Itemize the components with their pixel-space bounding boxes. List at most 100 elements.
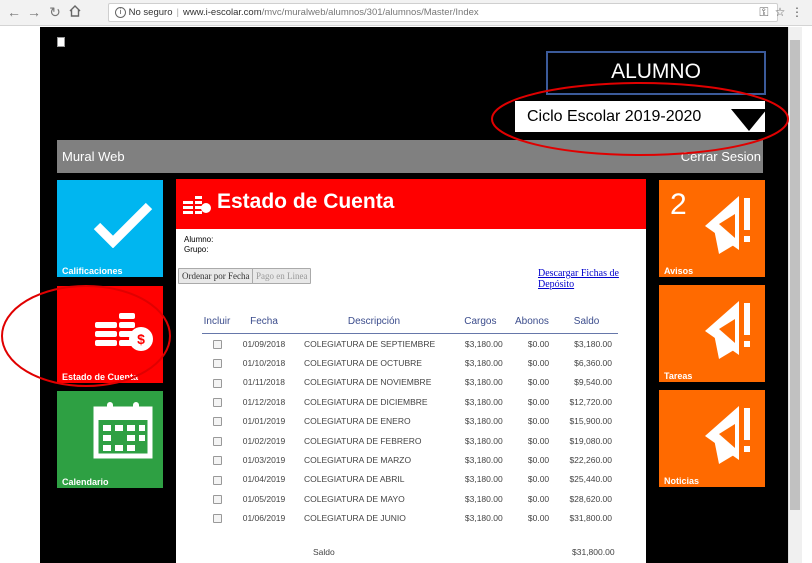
avisos-count: 2 [670,188,687,221]
money-stack-icon [183,196,211,214]
cell-incluir [202,470,232,489]
cell-fecha: 01/12/2018 [242,396,286,407]
grupo-label: Grupo: [184,245,209,254]
tile-noticias[interactable]: Noticias [659,390,765,487]
cell-abonos: $0.00 [527,396,550,407]
include-checkbox[interactable] [212,417,222,427]
cell-cargos: $3,180.00 [464,513,503,524]
back-icon[interactable]: ← [6,4,22,20]
include-checkbox[interactable] [212,456,222,466]
tile-estado-de-cuenta[interactable]: $ Estado de Cuenta [57,286,163,383]
cell-cargos: $3,180.00 [464,377,503,388]
include-checkbox[interactable] [212,378,222,388]
cell-fecha: 01/09/2018 [242,338,286,349]
cell-incluir [202,509,232,528]
cell-descripcion: COLEGIATURA DE OCTUBRE [304,358,422,369]
menu-icon[interactable]: ⋮ [790,4,804,20]
table-row: 01/01/2019 COLEGIATURA DE ENERO $3,180.00 $… [202,412,618,431]
table-row: 01/02/2019 COLEGIATURA DE FEBRERO $3,180.0… [202,431,618,450]
include-checkbox[interactable] [212,339,222,349]
alumno-label: Alumno: [184,235,214,244]
cell-fecha: 01/05/2019 [242,493,286,504]
cell-saldo: $6,360.00 [574,358,612,369]
calendar-icon [93,402,153,459]
table-row: 01/11/2018 COLEGIATURA DE NOVIEMBRE $3,180… [202,373,618,392]
cell-saldo: $19,080.00 [569,435,612,446]
forward-icon[interactable]: → [26,4,42,20]
include-checkbox[interactable] [212,475,222,485]
tile-label: Noticias [664,476,700,486]
include-checkbox[interactable] [212,514,222,524]
include-checkbox[interactable] [212,436,222,446]
security-label: No seguro [128,7,173,18]
cell-saldo: $28,620.00 [569,493,612,504]
cell-abonos: $0.00 [527,455,550,466]
cell-cargos: $3,180.00 [464,358,503,369]
cell-fecha: 01/02/2019 [242,435,286,446]
cell-cargos: $3,180.00 [464,474,503,485]
tile-label: Estado de Cuenta [62,372,139,382]
cell-fecha: 01/11/2018 [243,377,285,388]
cell-saldo: $3,180.00 [574,338,612,349]
include-checkbox[interactable] [212,397,222,407]
cell-fecha: 01/10/2018 [242,358,286,369]
tile-avisos[interactable]: 2 Avisos [659,180,765,277]
include-checkbox[interactable] [212,359,222,369]
cell-descripcion: COLEGIATURA DE FEBRERO [304,435,422,446]
cell-cargos: $3,180.00 [464,416,503,427]
cell-descripcion: COLEGIATURA DE MAYO [304,493,405,504]
cell-saldo: $9,540.00 [574,377,612,388]
saldo-label: Saldo [313,547,335,557]
col-saldo: Saldo [555,309,618,334]
cell-incluir [202,373,232,392]
cell-incluir [202,334,232,354]
logout-link[interactable]: Cerrar Sesion [681,140,761,173]
ciclo-selector[interactable]: Ciclo Escolar 2019-2020 [515,101,767,132]
cell-descripcion: COLEGIATURA DE ABRIL [304,474,405,485]
cell-incluir [202,450,232,469]
col-incluir: Incluir [202,309,232,334]
download-slips-link[interactable]: Descargar Fichas de Depósito [538,268,646,290]
tile-label: Calendario [62,477,109,487]
cell-abonos: $0.00 [527,338,550,349]
star-icon[interactable]: ☆ [773,4,787,20]
student-info: Alumno: Grupo: [184,235,213,255]
reload-icon[interactable]: ↻ [47,4,63,20]
sort-by-date-button[interactable]: Ordenar por Fecha [178,268,254,284]
info-icon[interactable]: i [115,6,126,18]
cell-incluir [202,392,232,411]
home-icon[interactable] [67,4,83,20]
cell-saldo: $31,800.00 [569,513,612,524]
online-payment-button[interactable]: Pago en Linea [252,268,312,284]
page-content: ALUMNO Ciclo Escolar 2019-2020 Mural Web… [40,27,788,563]
tile-calificaciones[interactable]: Calificaciones [57,180,163,277]
address-bar[interactable]: i No seguro | www.i-escolar.com/mvc/muralw… [108,3,778,22]
cell-abonos: $0.00 [527,474,550,485]
cell-saldo: $25,440.00 [569,474,612,485]
money-stack-icon: $ [95,313,153,351]
col-abonos: Abonos [508,309,556,334]
tile-calendario[interactable]: Calendario [57,391,163,488]
table-row: 01/06/2019 COLEGIATURA DE JUNIO $3,180.00 $… [202,509,618,528]
key-icon[interactable]: ⚿ [757,4,771,20]
col-fecha: Fecha [232,309,296,334]
scrollbar-thumb[interactable] [790,40,800,510]
tile-tareas[interactable]: Tareas [659,285,765,382]
table-row: 01/05/2019 COLEGIATURA DE MAYO $3,180.00 $0… [202,489,618,508]
url-domain: www.i-escolar.com [182,7,262,18]
cell-cargos: $3,180.00 [464,435,503,446]
url-path: /mvc/muralweb/alumnos/301/alumnos/Master… [261,7,479,18]
cell-abonos: $0.00 [527,435,550,446]
panel-header: Estado de Cuenta [176,179,646,229]
cell-descripcion: COLEGIATURA DE MARZO [304,455,412,466]
tile-label: Calificaciones [62,266,123,276]
include-checkbox[interactable] [212,494,222,504]
tile-label: Tareas [664,371,693,381]
megaphone-icon [705,406,750,464]
dropdown-arrow-icon[interactable] [731,109,767,131]
cell-descripcion: COLEGIATURA DE SEPTIEMBRE [304,338,436,349]
col-descripcion: Descripción [296,309,452,334]
cell-cargos: $3,180.00 [464,338,503,349]
cell-cargos: $3,180.00 [464,493,503,504]
role-box: ALUMNO [546,51,766,95]
